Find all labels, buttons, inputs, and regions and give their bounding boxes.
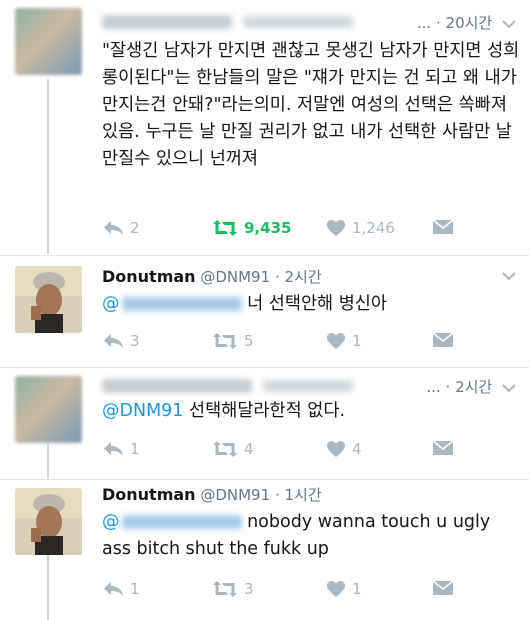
like-button[interactable]: 4: [326, 440, 362, 458]
reply-button[interactable]: 1: [102, 580, 140, 598]
mention[interactable]: @: [102, 294, 120, 314]
tweet-header: ... · 20시간: [102, 12, 517, 36]
tweet-time[interactable]: 20시간: [446, 14, 493, 32]
tweet-4[interactable]: Donutman @DNM91 · 1시간 @ nobody wanna tou…: [0, 480, 529, 620]
reply-button[interactable]: 3: [102, 332, 140, 350]
envelope-icon: [432, 580, 454, 595]
tweet-actions: 1 3 1: [102, 580, 522, 604]
retweet-icon: [213, 441, 237, 457]
tweet-header: Donutman @DNM91 · 2시간: [102, 266, 517, 290]
like-button[interactable]: 1,246: [326, 219, 395, 237]
reply-icon: [104, 334, 123, 348]
like-count: 4: [352, 440, 362, 458]
retweet-button[interactable]: 9,435: [212, 219, 291, 237]
handle[interactable]: @DNM91: [200, 268, 270, 286]
blurred-mention[interactable]: [121, 297, 242, 311]
reply-count: 2: [130, 219, 140, 237]
display-name[interactable]: Donutman: [102, 267, 196, 286]
thread-line: [47, 79, 49, 254]
retweet-button[interactable]: 5: [212, 332, 254, 350]
reply-icon: [104, 221, 123, 235]
tweet-1[interactable]: ... · 20시간 "잘생긴 남자가 만지면 괜찮고 못생긴 남자가 만지면 …: [0, 0, 529, 255]
dm-button[interactable]: [432, 332, 454, 348]
tweet-text: @DNM91 선택해달라한적 없다.: [102, 398, 522, 425]
envelope-icon: [432, 219, 454, 234]
tweet-actions: 1 4 4: [102, 440, 522, 464]
thread-line: [47, 555, 49, 620]
tweet-text: @ nobody wanna touch u ugly ass bitch sh…: [102, 509, 522, 563]
retweet-count: 3: [244, 580, 254, 598]
tweet-text: @ 너 선택안해 병신아: [102, 291, 522, 318]
like-button[interactable]: 1: [326, 332, 362, 350]
dm-button[interactable]: [432, 219, 454, 235]
tweet-meta: ... · 20시간: [417, 12, 517, 33]
chevron-down-icon[interactable]: [501, 18, 517, 30]
blurred-display-name[interactable]: [102, 378, 252, 393]
retweet-count: 5: [244, 332, 254, 350]
reply-button[interactable]: 1: [102, 440, 140, 458]
avatar-blurred[interactable]: [15, 376, 82, 443]
like-count: 1: [352, 580, 362, 598]
heart-icon: [327, 220, 345, 236]
tweet-time[interactable]: 1시간: [285, 486, 322, 504]
chevron-down-icon[interactable]: [501, 382, 517, 394]
dm-button[interactable]: [432, 440, 454, 456]
like-count: 1: [352, 332, 362, 350]
reply-button[interactable]: 2: [102, 219, 140, 237]
retweet-button[interactable]: 4: [212, 440, 254, 458]
mention[interactable]: @: [102, 512, 120, 532]
retweet-icon: [213, 333, 237, 349]
reply-icon: [104, 442, 123, 456]
reply-count: 1: [130, 440, 140, 458]
tweet-time[interactable]: 2시간: [455, 378, 492, 396]
avatar-photo: [15, 266, 82, 333]
blurred-display-name[interactable]: [102, 14, 232, 29]
display-name[interactable]: Donutman: [102, 485, 196, 504]
retweet-button[interactable]: 3: [212, 580, 254, 598]
reply-count: 3: [130, 332, 140, 350]
mention[interactable]: @DNM91: [102, 401, 183, 421]
tweet-body: 너 선택안해 병신아: [247, 294, 388, 314]
like-button[interactable]: 1: [326, 580, 362, 598]
reply-icon: [104, 582, 123, 596]
thread-line: [47, 443, 49, 479]
dm-button[interactable]: [432, 580, 454, 596]
heart-icon: [327, 441, 345, 457]
avatar-donutman[interactable]: [15, 266, 82, 333]
tweet-actions: 3 5 1: [102, 332, 522, 356]
envelope-icon: [432, 440, 454, 455]
tweet-header: Donutman @DNM91 · 1시간: [102, 485, 322, 504]
reply-count: 1: [130, 580, 140, 598]
handle[interactable]: @DNM91: [200, 486, 270, 504]
avatar-donutman[interactable]: [15, 488, 82, 555]
retweet-icon: [213, 581, 237, 597]
heart-icon: [327, 333, 345, 349]
blurred-handle[interactable]: [262, 379, 353, 392]
chevron-down-icon[interactable]: [501, 270, 517, 282]
blurred-handle[interactable]: [242, 15, 353, 28]
tweet-text: "잘생긴 남자가 만지면 괜찮고 못생긴 남자가 만지면 성희롱이된다"는 한남…: [102, 41, 520, 169]
like-count: 1,246: [352, 219, 395, 237]
tweet-3[interactable]: ... · 2시간 @DNM91 선택해달라한적 없다. 1 4 4: [0, 368, 529, 479]
tweet-actions: 2 9,435 1,246: [102, 219, 522, 243]
avatar-photo: [15, 488, 82, 555]
tweet-2[interactable]: Donutman @DNM91 · 2시간 @ 너 선택안해 병신아 3 5 1: [0, 256, 529, 367]
tweet-meta: ... · 2시간: [426, 376, 517, 397]
avatar-blurred[interactable]: [15, 8, 82, 75]
retweet-icon: [213, 220, 237, 236]
tweet-body: 선택해달라한적 없다.: [189, 401, 346, 421]
blurred-mention[interactable]: [121, 515, 242, 529]
tweet-header: ... · 2시간: [102, 376, 517, 400]
tweet-time[interactable]: 2시간: [285, 268, 322, 286]
envelope-icon: [432, 332, 454, 347]
heart-icon: [327, 581, 345, 597]
retweet-count: 9,435: [244, 219, 292, 237]
retweet-count: 4: [244, 440, 254, 458]
